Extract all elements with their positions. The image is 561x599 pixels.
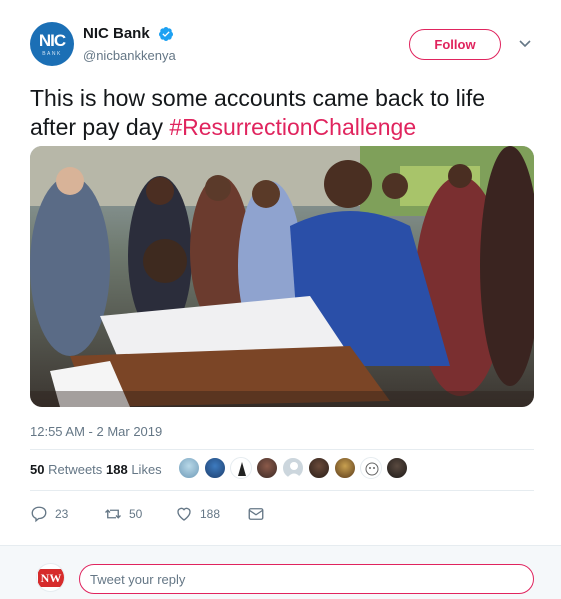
- avatar-logo-subtext: BANK: [42, 51, 62, 57]
- reply-icon: [31, 506, 47, 523]
- retweet-icon: [105, 509, 121, 519]
- tweet-card: NIC BANK NIC Bank @nicbankkenya Follow T…: [0, 0, 561, 545]
- retweet-count: 50: [129, 507, 143, 521]
- liker-silhouette-icon: [238, 462, 246, 476]
- envelope-icon: [248, 508, 264, 520]
- liker-avatar[interactable]: [360, 457, 382, 479]
- retweets-label: Retweets: [48, 462, 103, 477]
- divider: [30, 449, 534, 450]
- verified-badge-icon: [159, 27, 173, 41]
- divider: [30, 490, 534, 491]
- reply-bar: NW: [0, 545, 561, 599]
- chevron-down-icon[interactable]: [519, 40, 531, 48]
- liker-avatar[interactable]: [178, 457, 200, 479]
- current-user-avatar[interactable]: NW: [36, 563, 65, 592]
- liker-avatar[interactable]: [256, 457, 278, 479]
- likes-stat[interactable]: 188 Likes: [106, 462, 162, 477]
- liker-avatar[interactable]: [282, 457, 304, 479]
- reply-count: 23: [55, 507, 69, 521]
- liker-avatar[interactable]: [334, 457, 356, 479]
- likes-count: 188: [106, 462, 128, 477]
- likes-label: Likes: [131, 462, 162, 477]
- tweet-timestamp[interactable]: 12:55 AM - 2 Mar 2019: [30, 424, 162, 439]
- author-avatar[interactable]: NIC BANK: [30, 22, 74, 66]
- follow-button[interactable]: Follow: [409, 29, 501, 60]
- avatar-logo-text: NIC: [38, 31, 66, 50]
- heart-icon: [177, 507, 191, 521]
- current-user-avatar-text: NW: [38, 569, 64, 587]
- tweet-photo[interactable]: [30, 146, 534, 407]
- reply-input[interactable]: [79, 564, 534, 594]
- like-count: 188: [200, 507, 221, 521]
- liker-sketch-icon: [365, 462, 379, 476]
- author-display-name[interactable]: NIC Bank: [83, 25, 150, 42]
- liker-avatar[interactable]: [386, 457, 408, 479]
- tweet-text: This is how some accounts came back to l…: [30, 84, 535, 142]
- retweets-stat[interactable]: 50 Retweets: [30, 462, 102, 477]
- hashtag-link[interactable]: #ResurrectionChallenge: [169, 114, 416, 140]
- photo-illustration: [30, 146, 534, 407]
- liker-avatar[interactable]: [230, 457, 252, 479]
- liker-avatar[interactable]: [204, 457, 226, 479]
- retweets-count: 50: [30, 462, 45, 477]
- default-profile-icon: [287, 462, 301, 478]
- author-handle[interactable]: @nicbankkenya: [83, 48, 176, 63]
- liker-avatar[interactable]: [308, 457, 330, 479]
